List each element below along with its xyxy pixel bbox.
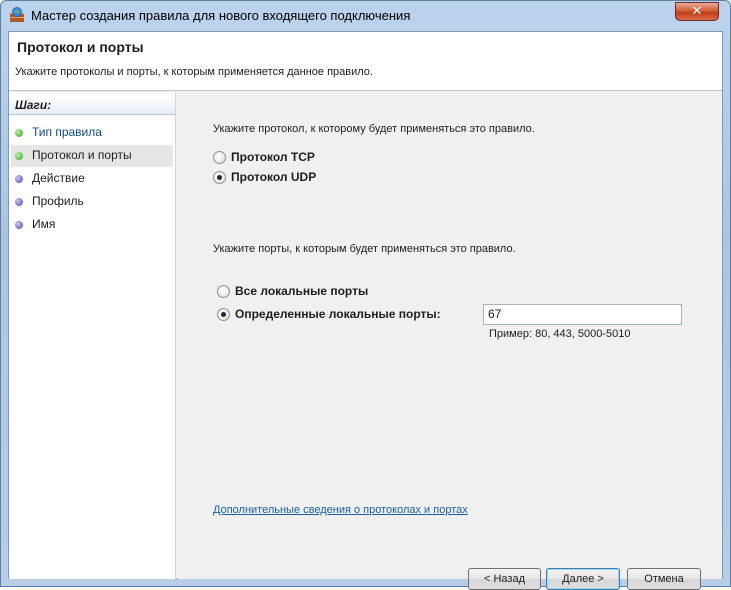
radio-button[interactable] <box>213 171 226 184</box>
radio-button[interactable] <box>213 151 226 164</box>
step-rule-type[interactable]: Тип правила <box>11 122 173 144</box>
step-profile: Профиль <box>11 191 173 213</box>
close-icon: ✕ <box>691 4 703 19</box>
radio-all-ports[interactable]: Все локальные порты <box>217 283 457 301</box>
step-pending-icon <box>15 221 23 229</box>
page-header: Протокол и порты Укажите протоколы и пор… <box>9 32 722 91</box>
port-input[interactable]: 67 <box>483 304 682 325</box>
step-label: Тип правила <box>32 125 102 139</box>
step-label: Профиль <box>32 194 84 208</box>
step-label: Имя <box>32 217 56 231</box>
radio-label: Протокол UDP <box>231 170 317 184</box>
port-example: Пример: 80, 443, 5000-5010 <box>489 328 631 340</box>
main-panel: Укажите протокол, к которому будет приме… <box>177 92 722 590</box>
step-action: Действие <box>11 168 173 190</box>
step-current-icon <box>15 152 23 160</box>
radio-label: Протокол TCP <box>231 150 315 164</box>
wizard-window: Мастер создания правила для нового входя… <box>0 0 731 590</box>
radio-udp[interactable]: Протокол UDP <box>213 169 413 187</box>
protocol-prompt: Укажите протокол, к которому будет приме… <box>213 123 535 135</box>
steps-heading: Шаги: <box>9 95 175 115</box>
page-subtitle: Укажите протоколы и порты, к которым при… <box>15 66 373 78</box>
client-area: Протокол и порты Укажите протоколы и пор… <box>8 31 723 590</box>
radio-label: Все локальные порты <box>235 284 369 298</box>
step-done-icon <box>15 129 23 137</box>
close-button[interactable]: ✕ <box>675 2 719 21</box>
step-pending-icon <box>15 198 23 206</box>
step-label: Действие <box>32 171 85 185</box>
window-title: Мастер создания правила для нового входя… <box>31 8 411 23</box>
title-bar[interactable]: Мастер создания правила для нового входя… <box>1 1 730 31</box>
radio-label: Определенные локальные порты: <box>235 307 441 321</box>
step-name: Имя <box>11 214 173 236</box>
step-protocol-ports[interactable]: Протокол и порты <box>11 145 173 167</box>
radio-button[interactable] <box>217 308 230 321</box>
steps-sidebar: Шаги: Тип правила Протокол и порты Дейст… <box>9 92 176 579</box>
more-info-link[interactable]: Дополнительные сведения о протоколах и п… <box>213 504 468 516</box>
step-pending-icon <box>15 175 23 183</box>
radio-button[interactable] <box>217 285 230 298</box>
radio-tcp[interactable]: Протокол TCP <box>213 149 413 167</box>
step-label: Протокол и порты <box>32 148 132 162</box>
page-title: Протокол и порты <box>17 39 144 55</box>
firewall-icon <box>10 7 24 22</box>
ports-prompt: Укажите порты, к которым будет применять… <box>213 243 516 255</box>
radio-specific-ports[interactable]: Определенные локальные порты: <box>217 306 467 324</box>
